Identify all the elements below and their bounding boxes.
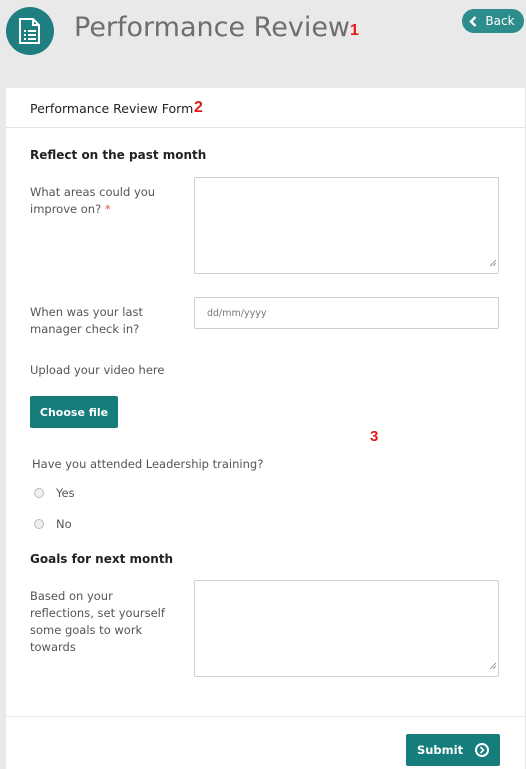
page-title: Performance Review (74, 12, 351, 43)
required-asterisk: * (104, 202, 111, 216)
section-heading-past-month: Reflect on the past month (30, 148, 207, 162)
radio-option-no[interactable]: No (34, 517, 72, 531)
goals-label: Based on your reflections, set yourself … (30, 589, 165, 654)
review-form-card: Performance Review Form 2 Reflect on the… (6, 88, 525, 769)
radio-no[interactable] (34, 519, 44, 529)
annotation-marker-3: 3 (370, 428, 379, 445)
radio-option-yes[interactable]: Yes (34, 486, 75, 500)
section-heading-goals: Goals for next month (30, 552, 174, 566)
improve-label-text: What areas could you improve on? (30, 185, 156, 216)
page-header: Performance Review 1 Back (0, 0, 526, 88)
upload-label: Upload your video here (30, 363, 165, 377)
back-button[interactable]: Back (462, 9, 524, 33)
resize-handle-icon[interactable] (489, 253, 497, 271)
leadership-question: Have you attended Leadership training? (32, 457, 264, 471)
improve-label: What areas could you improve on? * (30, 184, 180, 218)
form-header: Performance Review Form (6, 88, 525, 128)
choose-file-button[interactable]: Choose file (30, 396, 118, 428)
goals-textarea[interactable] (194, 580, 499, 677)
annotation-marker-2: 2 (194, 99, 203, 116)
radio-yes-label: Yes (56, 486, 75, 500)
improve-textarea[interactable] (194, 177, 499, 274)
resize-handle-icon[interactable] (489, 656, 497, 674)
document-list-icon (6, 7, 54, 55)
back-button-label: Back (485, 14, 515, 28)
footer-divider (6, 716, 525, 717)
arrow-right-circle-icon (475, 743, 490, 757)
radio-no-label: No (56, 517, 72, 531)
submit-button[interactable]: Submit (406, 734, 500, 766)
checkin-date-placeholder: dd/mm/yyyy (207, 307, 267, 319)
chevron-left-icon (469, 15, 477, 27)
submit-button-label: Submit (416, 743, 464, 757)
form-title: Performance Review Form (30, 101, 194, 116)
checkin-date-input[interactable]: dd/mm/yyyy (194, 297, 499, 329)
checkin-label: When was your last manager check in? (30, 305, 144, 336)
radio-yes[interactable] (34, 488, 44, 498)
annotation-marker-1: 1 (350, 22, 359, 39)
